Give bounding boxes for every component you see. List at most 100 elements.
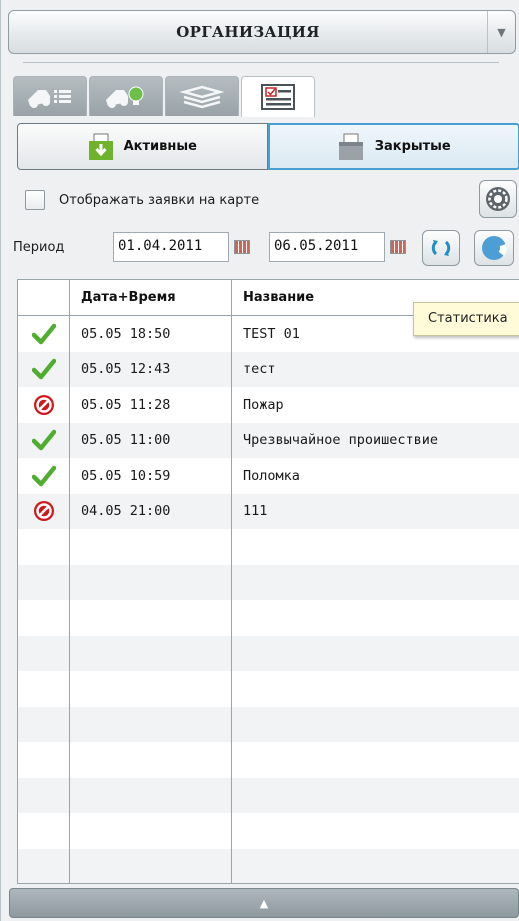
time-cell xyxy=(70,600,232,636)
requests-table: Дата+Время Название 05.05 18:50 TEST 01 05… xyxy=(17,279,519,884)
table-row[interactable] xyxy=(18,671,519,707)
table-row[interactable] xyxy=(18,742,519,778)
tab-layers[interactable] xyxy=(165,76,239,116)
name-cell xyxy=(232,671,519,707)
checklist-icon xyxy=(261,84,295,110)
table-row[interactable]: 05.05 11:28 Пожар xyxy=(18,387,519,423)
name-cell: 111 xyxy=(243,503,268,520)
date-from-input[interactable]: 01.04.2011 xyxy=(113,232,229,262)
request-status-switch: Активные Закрытые xyxy=(17,123,519,170)
closed-tray-icon xyxy=(338,133,363,160)
status-cell xyxy=(18,600,70,636)
period-label: Период xyxy=(13,240,65,255)
status-cell xyxy=(18,564,70,600)
calendar-icon[interactable] xyxy=(390,240,406,254)
name-cell: Поломка xyxy=(243,467,300,484)
table-row[interactable] xyxy=(18,529,519,565)
name-cell xyxy=(232,778,519,814)
time-cell: 05.05 18:50 xyxy=(70,316,232,352)
gear-icon xyxy=(486,187,510,211)
forbidden-icon xyxy=(18,493,70,529)
layers-icon xyxy=(179,85,225,108)
table-row[interactable] xyxy=(18,777,519,814)
closed-requests-tab[interactable]: Закрытые xyxy=(267,123,519,170)
name-cell: тест xyxy=(243,361,276,378)
requests-panel: ОРГАНИЗАЦИЯ ▼ Активные Закрытые Отобража… xyxy=(0,0,519,921)
status-cell xyxy=(18,529,70,565)
active-requests-label: Активные xyxy=(123,139,197,154)
table-row[interactable] xyxy=(18,848,519,884)
name-cell: Чрезвычайное проишествие xyxy=(243,432,439,449)
time-cell xyxy=(70,813,232,849)
time-cell xyxy=(70,777,232,813)
refresh-icon xyxy=(431,240,451,256)
name-cell xyxy=(232,600,519,636)
table-row[interactable]: 05.05 10:59 Поломка xyxy=(18,458,519,494)
column-header-time[interactable]: Дата+Время xyxy=(70,280,232,315)
show-on-map-label: Отображать заявки на карте xyxy=(59,192,260,208)
closed-requests-label: Закрытые xyxy=(374,139,451,154)
check-icon xyxy=(18,422,70,458)
time-cell xyxy=(70,742,232,778)
check-icon xyxy=(18,316,70,352)
time-cell xyxy=(70,564,232,600)
table-row[interactable]: 05.05 12:43 тест xyxy=(18,351,519,387)
date-to-input[interactable]: 06.05.2011 xyxy=(269,232,385,262)
time-cell xyxy=(70,671,232,707)
statistics-tooltip: Статистика xyxy=(413,302,519,336)
name-cell xyxy=(232,636,519,672)
status-cell xyxy=(18,635,70,671)
tab-bar xyxy=(13,76,315,117)
time-cell: 04.05 21:00 xyxy=(70,493,232,529)
show-on-map-row: Отображать заявки на карте xyxy=(25,180,519,220)
status-cell xyxy=(18,777,70,813)
time-cell xyxy=(70,706,232,742)
time-cell: 05.05 11:00 xyxy=(70,422,232,458)
status-column-header[interactable] xyxy=(18,280,70,315)
tab-truck-bulb[interactable] xyxy=(89,76,163,116)
name-cell xyxy=(232,849,519,884)
time-cell: 05.05 10:59 xyxy=(70,458,232,494)
table-body: 05.05 18:50 TEST 01 05.05 12:43 тест 05.05 1… xyxy=(18,316,519,884)
forbidden-icon xyxy=(18,387,70,423)
show-on-map-checkbox[interactable] xyxy=(25,190,45,210)
name-cell xyxy=(232,707,519,743)
table-row[interactable] xyxy=(18,600,519,636)
statistics-button[interactable] xyxy=(474,230,514,266)
table-row[interactable] xyxy=(18,635,519,672)
table-row[interactable]: 04.05 21:00 111 xyxy=(18,493,519,529)
refresh-button[interactable] xyxy=(422,230,460,266)
status-cell xyxy=(18,706,70,742)
calendar-icon[interactable] xyxy=(234,240,250,254)
expand-panel-button[interactable]: ▲ xyxy=(9,888,519,918)
tab-truck-list[interactable] xyxy=(13,76,87,116)
table-row[interactable] xyxy=(18,813,519,849)
pie-chart-icon xyxy=(482,236,507,260)
download-tray-icon xyxy=(88,133,113,160)
truck-list-icon xyxy=(28,89,71,108)
time-cell: 05.05 11:28 xyxy=(70,387,232,423)
active-requests-tab[interactable]: Активные xyxy=(17,123,268,170)
time-cell: 05.05 12:43 xyxy=(70,351,232,387)
name-cell: Пожар xyxy=(243,396,284,413)
tab-requests[interactable] xyxy=(241,76,315,117)
time-cell xyxy=(70,635,232,671)
name-cell xyxy=(232,813,519,849)
chevron-down-icon[interactable]: ▼ xyxy=(487,11,515,53)
time-cell xyxy=(70,529,232,565)
organization-title: ОРГАНИЗАЦИЯ xyxy=(176,23,320,41)
period-filter: Период 01.04.2011 06.05.2011 xyxy=(1,226,519,270)
name-cell xyxy=(232,565,519,601)
check-icon xyxy=(18,458,70,494)
status-cell xyxy=(18,848,70,883)
organization-dropdown[interactable]: ОРГАНИЗАЦИЯ ▼ xyxy=(8,10,516,54)
status-cell xyxy=(18,742,70,778)
table-row[interactable] xyxy=(18,564,519,601)
time-cell xyxy=(70,848,232,883)
divider xyxy=(23,62,499,63)
table-row[interactable]: 05.05 11:00 Чрезвычайное проишествие xyxy=(18,422,519,458)
name-cell xyxy=(232,742,519,778)
table-row[interactable] xyxy=(18,706,519,743)
status-cell xyxy=(18,813,70,849)
settings-button[interactable] xyxy=(479,180,517,218)
